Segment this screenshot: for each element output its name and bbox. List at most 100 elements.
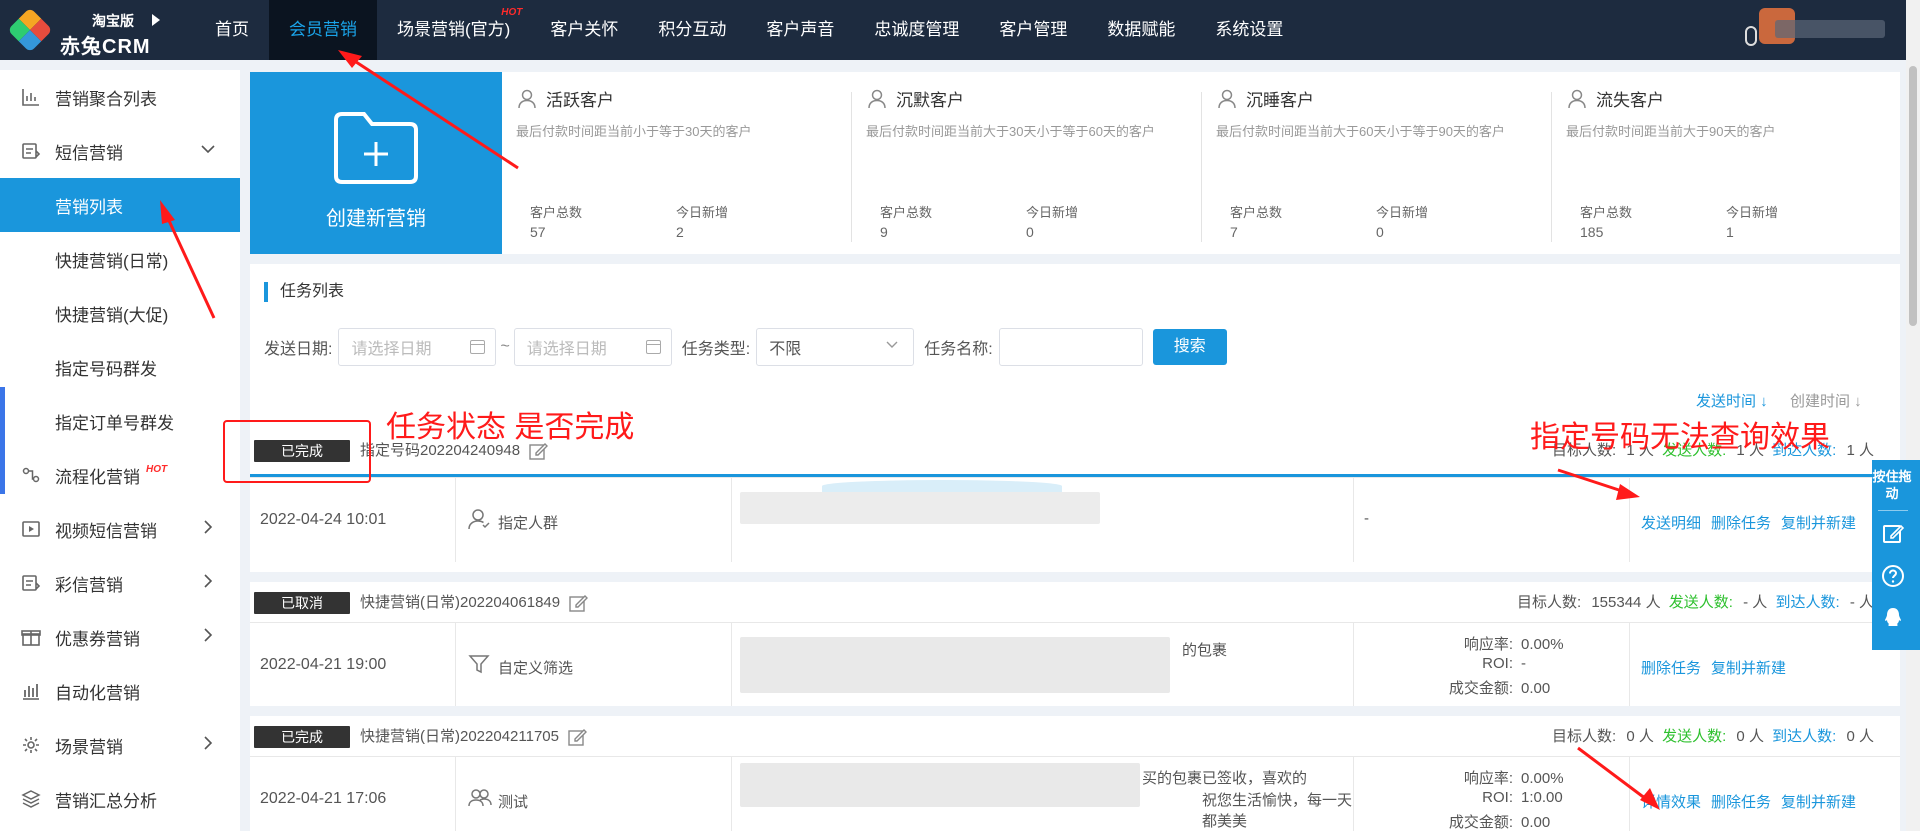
search-button[interactable]: 搜索: [1152, 329, 1227, 365]
stat-label: ROI:: [1482, 789, 1513, 806]
task-type-text: 测试: [498, 794, 529, 811]
stat-value: 1:0.00: [1521, 789, 1563, 806]
sidebar-item-label: 自动化营销: [55, 683, 140, 703]
delete-task-link[interactable]: 删除任务: [1641, 660, 1701, 677]
drag-handle-label[interactable]: 按住拖动: [1872, 468, 1912, 502]
sidebar-item-automation[interactable]: 自动化营销: [0, 664, 240, 718]
layers-icon: [20, 788, 42, 810]
page-scrollbar[interactable]: [1906, 0, 1920, 831]
nav-points[interactable]: 积分互动: [638, 0, 746, 60]
reached-label: 到达人数:: [1772, 728, 1837, 745]
nav-customer-voice[interactable]: 客户声音: [746, 0, 854, 60]
task-type-select[interactable]: 不限: [756, 328, 915, 366]
task-counts: 目标人数: 155344 人 发送人数: - 人 到达人数: - 人: [1517, 592, 1874, 614]
edit-icon[interactable]: [568, 593, 589, 613]
roi: ROI: 1:0.00: [1482, 789, 1589, 806]
sort-label: 发送时间: [1696, 393, 1757, 410]
help-icon[interactable]: [1881, 564, 1905, 588]
nav-loyalty[interactable]: 忠诚度管理: [854, 0, 979, 60]
folder-plus-icon: [334, 112, 418, 184]
task-row: 2022-04-21 19:00 自定义筛选 的包裹 响应率: 0.00% ROI…: [250, 622, 1900, 707]
new-value: 0: [1376, 224, 1384, 240]
sidebar-item-coupon[interactable]: 优惠券营销: [0, 610, 240, 664]
segment-active[interactable]: 活跃客户 最后付款时间距当前小于等于30天的客户 客户总数 今日新增 57 2: [502, 72, 852, 254]
start-date-input[interactable]: 请选择日期: [338, 328, 497, 366]
nav-scene-marketing[interactable]: 场景营销(官方) HOT: [377, 0, 530, 60]
top-navbar: 淘宝版 赤兔CRM 首页 会员营销 场景营销(官方) HOT 客户关怀 积分互动 …: [0, 0, 1920, 60]
task-name-label: 任务名称:: [924, 341, 993, 358]
delete-task-link[interactable]: 删除任务: [1711, 794, 1771, 811]
reached-value: 0: [1846, 728, 1855, 745]
floating-toolbar[interactable]: 按住拖动: [1872, 460, 1920, 650]
sidebar-item-marketing-list[interactable]: 营销聚合列表: [0, 70, 240, 124]
segment-sleeping[interactable]: 沉睡客户 最后付款时间距当前大于60天小于等于90天的客户 客户总数 今日新增 …: [1201, 72, 1552, 254]
delete-task-link[interactable]: 删除任务: [1711, 515, 1771, 532]
sort-send-time[interactable]: 发送时间 ↓: [1696, 390, 1768, 411]
app-edition: 淘宝版: [92, 13, 134, 29]
sidebar-item-order-bulk[interactable]: 指定订单号群发: [0, 394, 240, 448]
nav-label: 场景营销(官方): [397, 20, 511, 39]
nav-label: 系统设置: [1215, 20, 1284, 39]
task-type-value: 不限: [769, 341, 802, 358]
sidebar-scroll-accent: [0, 387, 5, 494]
nav-customer-mgmt[interactable]: 客户管理: [979, 0, 1087, 60]
segment-desc: 最后付款时间距当前大于30天小于等于60天的客户: [866, 124, 1155, 139]
sidebar-item-scene[interactable]: 场景营销: [0, 718, 240, 772]
send-detail-link[interactable]: 发送明细: [1641, 515, 1701, 532]
nav-customer-care[interactable]: 客户关怀: [530, 0, 638, 60]
nav-member-marketing[interactable]: 会员营销: [269, 0, 377, 60]
sidebar-item-label: 流程化营销: [55, 467, 140, 487]
scrollbar-thumb[interactable]: [1909, 66, 1917, 326]
nav-data[interactable]: 数据赋能: [1087, 0, 1195, 60]
sidebar-item-sms[interactable]: 短信营销: [0, 124, 240, 178]
segment-name-text: 沉睡客户: [1246, 91, 1314, 110]
flow-icon: [20, 464, 42, 486]
app-logo[interactable]: 淘宝版 赤兔CRM: [7, 7, 162, 58]
auto-icon: [20, 680, 42, 702]
qq-icon[interactable]: [1881, 606, 1905, 630]
filter-bar: 发送日期: 请选择日期 ~ 请选择日期 任务类型: 不限 任务名称: 搜索: [264, 328, 1227, 366]
sidebar-item-label: 快捷营销(大促): [55, 305, 169, 325]
sidebar-item-mms[interactable]: 彩信营销: [0, 556, 240, 610]
sidebar-item-marketing-tasks[interactable]: 营销列表: [0, 178, 240, 232]
sidebar-item-summary[interactable]: 营销汇总分析: [0, 772, 240, 826]
edit-icon[interactable]: [1881, 522, 1905, 546]
sidebar-item-label: 视频短信营销: [55, 521, 157, 541]
task-name-input[interactable]: [998, 328, 1143, 366]
sidebar-item-video-sms[interactable]: 视频短信营销: [0, 502, 240, 556]
annotation-text: 指定号码无法查询效果: [1530, 421, 1830, 454]
unit: 人: [1752, 594, 1768, 611]
sidebar-item-quick-promo[interactable]: 快捷营销(大促): [0, 286, 240, 340]
nav-settings[interactable]: 系统设置: [1195, 0, 1303, 60]
create-marketing-button[interactable]: 创建新营销: [250, 72, 502, 254]
sidebar-item-quick-daily[interactable]: 快捷营销(日常): [0, 232, 240, 286]
sort-create-time[interactable]: 创建时间 ↓: [1790, 390, 1862, 411]
total-value: 9: [880, 224, 888, 240]
edit-icon[interactable]: [567, 727, 587, 747]
user-icon: [868, 89, 886, 108]
user-account[interactable]: [1745, 6, 1895, 54]
task-counts: 目标人数: 0 人 发送人数: 0 人 到达人数: 0 人: [1552, 726, 1874, 748]
total-value: 57: [530, 224, 546, 240]
hot-badge: HOT: [501, 7, 523, 18]
chevron-right-icon: [198, 627, 218, 647]
segment-silent[interactable]: 沉默客户 最后付款时间距当前大于30天小于等于60天的客户 客户总数 今日新增 …: [851, 72, 1202, 254]
user-icon: [518, 89, 536, 108]
copy-new-link[interactable]: 复制并新建: [1781, 515, 1856, 532]
end-date-input[interactable]: 请选择日期: [513, 328, 672, 366]
copy-new-link[interactable]: 复制并新建: [1781, 794, 1856, 811]
new-value: 1: [1726, 224, 1734, 240]
unit: 人: [1748, 728, 1764, 745]
sidebar-item-flow[interactable]: 流程化营销 HOT: [0, 448, 240, 502]
task-stats: -: [1354, 478, 1630, 562]
nav-home[interactable]: 首页: [195, 0, 269, 60]
group-icon: [468, 789, 492, 807]
sort-down-icon: ↓: [1756, 393, 1768, 410]
segment-lost[interactable]: 流失客户 最后付款时间距当前大于90天的客户 客户总数 今日新增 185 1: [1551, 72, 1902, 254]
copy-new-link[interactable]: 复制并新建: [1711, 660, 1786, 677]
date-placeholder: 请选择日期: [351, 341, 432, 358]
detail-effect-link[interactable]: 详情效果: [1641, 794, 1701, 811]
chevron-right-icon: [198, 735, 218, 755]
sidebar-item-number-bulk[interactable]: 指定号码群发: [0, 340, 240, 394]
user-icon: [1218, 89, 1236, 108]
